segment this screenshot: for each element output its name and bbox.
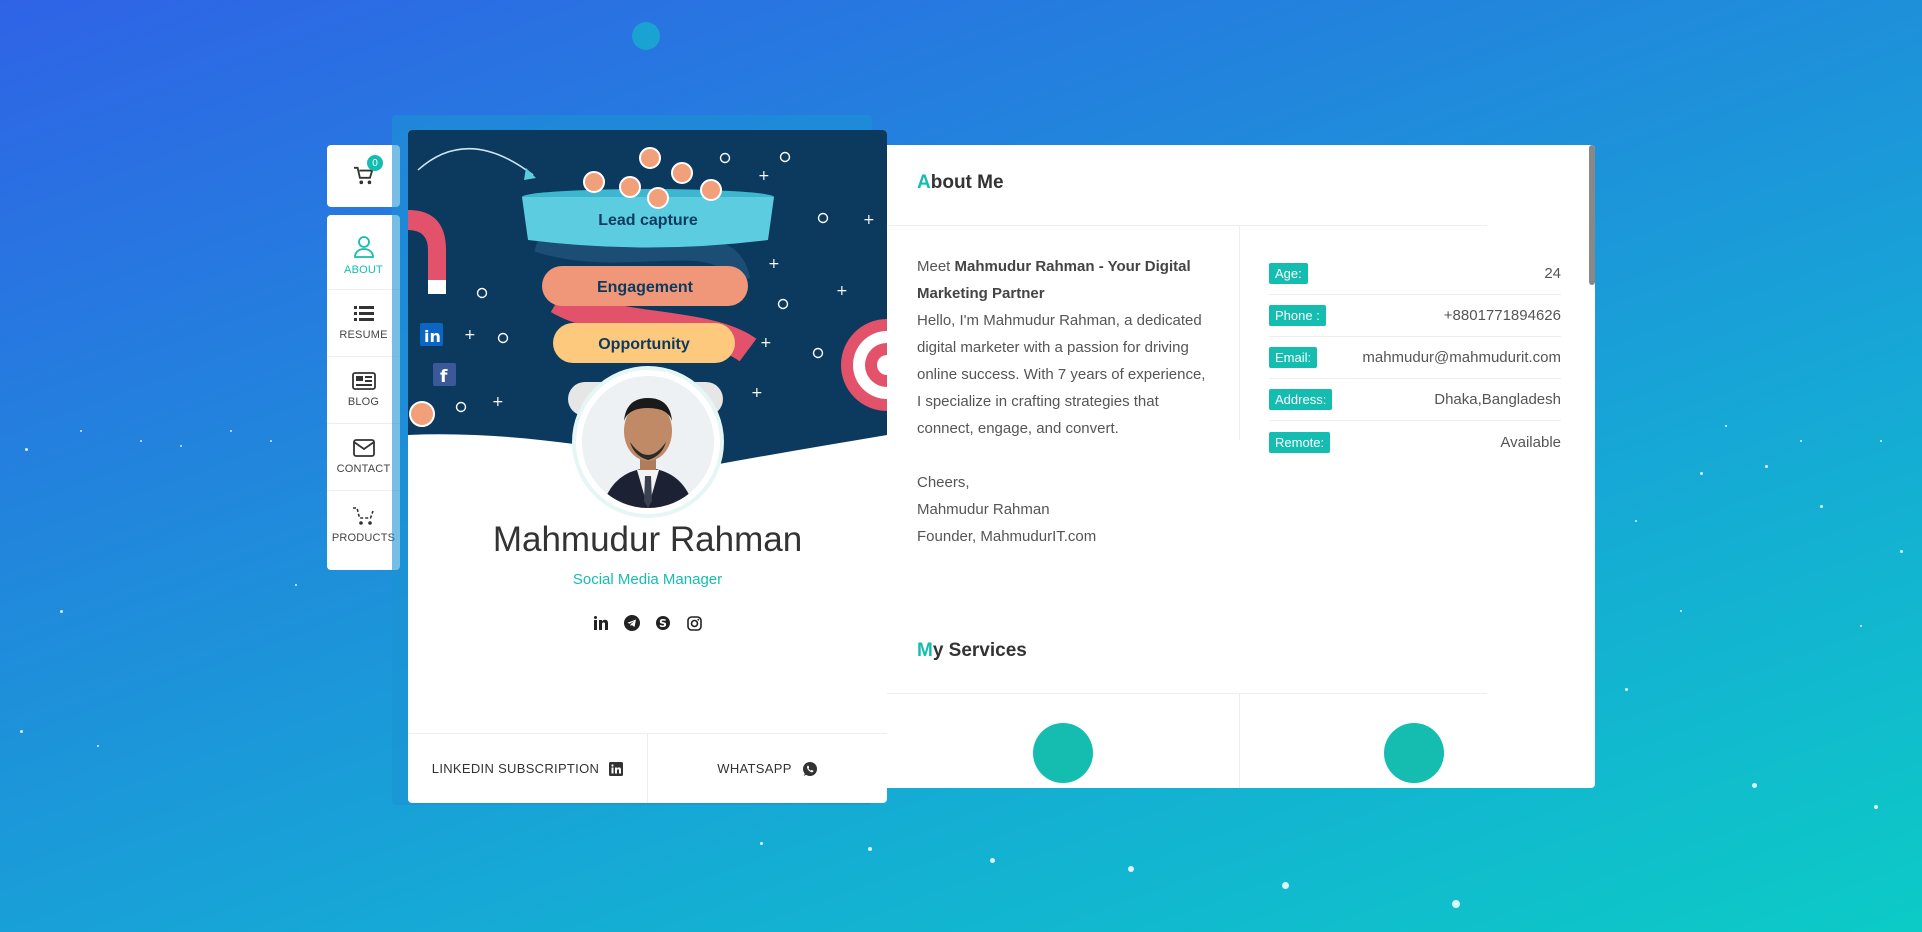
about-text: Meet Mahmudur Rahman - Your Digital Mark… — [917, 253, 1212, 550]
social-links: S — [408, 614, 887, 632]
svg-text:+: + — [492, 394, 504, 410]
nav-label: RESUME — [339, 329, 388, 341]
linkedin-subscription-label: LINKEDIN SUBSCRIPTION — [431, 761, 600, 776]
about-title: About Me — [905, 168, 1004, 198]
svg-text:+: + — [863, 212, 875, 228]
funnel-stage-opportunity: Opportunity — [598, 336, 690, 353]
about-body: Hello, I'm Mahmudur Rahman, a dedicated … — [917, 312, 1206, 437]
avatar-photo — [582, 376, 714, 508]
divider — [887, 693, 1487, 694]
about-sign-title: Founder, MahmudurIT.com — [917, 528, 1097, 545]
about-intro-bold: Mahmudur Rahman - Your Digital Marketing… — [917, 258, 1191, 302]
profile-name: Mahmudur Rahman — [492, 520, 803, 559]
service-icon-circle — [1033, 723, 1093, 783]
divider — [1239, 693, 1240, 788]
nav-label: ABOUT — [344, 264, 383, 276]
info-row-address: Address: Dhaka,Bangladesh — [1269, 379, 1561, 421]
svg-text:+: + — [464, 327, 476, 343]
profile-role: Social Media Manager — [572, 571, 723, 588]
whatsapp-button[interactable]: WHATSAPP — [647, 734, 887, 803]
nav-item-blog[interactable]: BLOG — [327, 357, 400, 424]
background-orb — [632, 22, 660, 50]
about-signoff: Cheers, — [917, 474, 970, 491]
nav-item-products[interactable]: PRODUCTS — [327, 491, 400, 558]
svg-text:+: + — [760, 335, 772, 351]
info-row-age: Age: 24 — [1269, 253, 1561, 295]
svg-text:+: + — [751, 385, 763, 401]
nav-item-resume[interactable]: RESUME — [327, 290, 400, 357]
nav-label: BLOG — [347, 396, 380, 408]
cart-icon — [352, 506, 374, 525]
panel-scrollbar[interactable] — [1589, 145, 1595, 285]
info-row-email: Email: mahmudur@mahmudurit.com — [1269, 337, 1561, 379]
whatsapp-label: WHATSAPP — [717, 761, 792, 776]
card-footer: LINKEDIN SUBSCRIPTION WHATSAPP — [408, 733, 887, 803]
whatsapp-icon — [802, 761, 817, 776]
svg-text:f: f — [440, 367, 448, 387]
divider — [1239, 225, 1240, 440]
info-list: Age: 24 Phone : +8801771894626 Email: ma… — [1269, 253, 1561, 463]
linkedin-square-icon — [609, 761, 624, 776]
linkedin-subscription-button[interactable]: LINKEDIN SUBSCRIPTION — [408, 734, 647, 803]
about-panel: About Me Meet Mahmudur Rahman - Your Dig… — [887, 145, 1595, 788]
linkedin-icon[interactable] — [592, 614, 610, 632]
info-row-remote: Remote: Available — [1269, 421, 1561, 463]
divider — [887, 225, 1487, 226]
cart-button[interactable]: 0 — [327, 145, 400, 207]
svg-text:+: + — [836, 283, 848, 299]
nav-item-contact[interactable]: CONTACT — [327, 424, 400, 491]
skype-icon[interactable]: S — [654, 614, 672, 632]
svg-text:S: S — [659, 617, 667, 630]
envelope-icon — [352, 439, 375, 457]
nav-label: CONTACT — [336, 463, 391, 475]
telegram-icon[interactable] — [623, 614, 641, 632]
nav-item-about[interactable]: ABOUT — [327, 223, 400, 290]
funnel-stage-engagement: Engagement — [597, 279, 694, 296]
services-title: My Services — [905, 636, 1027, 666]
instagram-icon[interactable] — [685, 614, 703, 632]
cart-count-badge: 0 — [367, 155, 383, 171]
profile-card: + + + + + + + + in f Lead capture Engage… — [408, 130, 887, 803]
nav-label: PRODUCTS — [331, 531, 396, 544]
svg-text:+: + — [768, 256, 780, 272]
side-nav: ABOUT RESUME BLOG CONTACT PRODUCTS — [327, 215, 400, 570]
service-icon-circle — [1384, 723, 1444, 783]
about-sign-name: Mahmudur Rahman — [917, 501, 1050, 518]
user-icon — [353, 236, 374, 258]
info-row-phone: Phone : +8801771894626 — [1269, 295, 1561, 337]
svg-text:+: + — [758, 168, 770, 184]
avatar — [576, 370, 720, 514]
newspaper-icon — [351, 372, 376, 390]
funnel-stage-lead: Lead capture — [598, 212, 698, 229]
svg-text:in: in — [424, 327, 441, 346]
list-icon — [353, 306, 374, 321]
